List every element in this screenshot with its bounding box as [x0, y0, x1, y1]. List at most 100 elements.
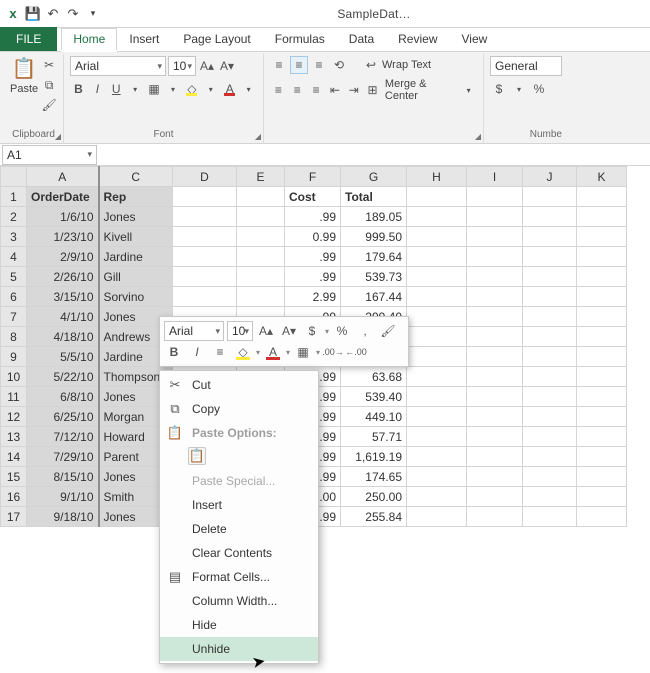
- cell[interactable]: 539.40: [341, 387, 407, 407]
- cell[interactable]: [577, 227, 627, 247]
- cell[interactable]: 5/5/10: [27, 347, 99, 367]
- cell[interactable]: [577, 267, 627, 287]
- cell[interactable]: [577, 307, 627, 327]
- cell[interactable]: [577, 247, 627, 267]
- underline-dd-icon[interactable]: ▾: [127, 80, 144, 98]
- cell[interactable]: 2/9/10: [27, 247, 99, 267]
- font-size-combo[interactable]: 10: [168, 56, 196, 76]
- menu-cut[interactable]: ✂Cut: [160, 373, 318, 397]
- cell[interactable]: [407, 427, 467, 447]
- align-left-icon[interactable]: ≡: [270, 81, 287, 99]
- currency-dd-icon[interactable]: ▾: [510, 80, 528, 98]
- tab-formulas[interactable]: Formulas: [263, 28, 337, 51]
- mini-italic-button[interactable]: I: [187, 342, 207, 362]
- cell[interactable]: [523, 207, 577, 227]
- menu-clear-contents[interactable]: Clear Contents: [160, 541, 318, 565]
- col-header-H[interactable]: H: [407, 167, 467, 187]
- mini-format-painter-icon[interactable]: 🖌: [378, 321, 398, 341]
- name-box[interactable]: A1 ▾: [2, 145, 97, 165]
- undo-icon[interactable]: ↶: [44, 5, 62, 23]
- cell[interactable]: 63.68: [341, 367, 407, 387]
- cell[interactable]: 1/23/10: [27, 227, 99, 247]
- cell[interactable]: 9/18/10: [27, 507, 99, 527]
- menu-column-width[interactable]: Column Width...: [160, 589, 318, 613]
- cell[interactable]: [523, 267, 577, 287]
- cell[interactable]: [467, 227, 523, 247]
- mini-font-size[interactable]: 10: [227, 321, 253, 341]
- cell[interactable]: [523, 287, 577, 307]
- fill-color-icon[interactable]: ◇: [183, 80, 200, 98]
- cell[interactable]: [407, 467, 467, 487]
- row-header[interactable]: 11: [1, 387, 27, 407]
- cell[interactable]: 8/15/10: [27, 467, 99, 487]
- column-context-menu[interactable]: ✂Cut ⧉Copy 📋Paste Options: 📋 Paste Speci…: [159, 370, 319, 664]
- cell[interactable]: Jones: [99, 207, 173, 227]
- cell[interactable]: 4/1/10: [27, 307, 99, 327]
- font-color-dd-icon[interactable]: ▾: [240, 80, 257, 98]
- cell[interactable]: [523, 367, 577, 387]
- cell[interactable]: [467, 287, 523, 307]
- col-header-J[interactable]: J: [523, 167, 577, 187]
- increase-indent-icon[interactable]: ⇥: [345, 81, 362, 99]
- save-icon[interactable]: 💾: [24, 5, 42, 23]
- cut-icon[interactable]: ✂: [40, 56, 58, 74]
- cell[interactable]: 7/12/10: [27, 427, 99, 447]
- cell[interactable]: [173, 227, 237, 247]
- cell[interactable]: 539.73: [341, 267, 407, 287]
- mini-bold-button[interactable]: B: [164, 342, 184, 362]
- cell[interactable]: [407, 387, 467, 407]
- cell[interactable]: [407, 367, 467, 387]
- cell[interactable]: Kivell: [99, 227, 173, 247]
- cell[interactable]: [577, 507, 627, 527]
- cell[interactable]: 1,619.19: [341, 447, 407, 467]
- mini-font-name[interactable]: Arial: [164, 321, 224, 341]
- row-header[interactable]: 6: [1, 287, 27, 307]
- cell[interactable]: [467, 347, 523, 367]
- cell[interactable]: 9/1/10: [27, 487, 99, 507]
- col-header-A[interactable]: A: [27, 167, 99, 187]
- cell[interactable]: [467, 187, 523, 207]
- cell[interactable]: [467, 267, 523, 287]
- italic-button[interactable]: I: [89, 80, 106, 98]
- tab-review[interactable]: Review: [386, 28, 449, 51]
- mini-comma-icon[interactable]: ,: [355, 321, 375, 341]
- cell[interactable]: [523, 427, 577, 447]
- menu-unhide[interactable]: Unhide: [160, 637, 318, 661]
- tab-file[interactable]: FILE: [0, 27, 57, 51]
- cell[interactable]: Gill: [99, 267, 173, 287]
- cell[interactable]: 2/26/10: [27, 267, 99, 287]
- format-painter-icon[interactable]: 🖌: [40, 96, 58, 114]
- mini-decrease-decimal-icon[interactable]: ←.00: [346, 342, 366, 362]
- menu-delete[interactable]: Delete: [160, 517, 318, 541]
- cell[interactable]: [577, 427, 627, 447]
- cell[interactable]: [237, 187, 285, 207]
- table-row[interactable]: 52/26/10Gill .99539.73: [1, 267, 627, 287]
- currency-icon[interactable]: $: [490, 80, 508, 98]
- tab-data[interactable]: Data: [337, 28, 386, 51]
- cell[interactable]: [467, 387, 523, 407]
- row-header[interactable]: 5: [1, 267, 27, 287]
- cell[interactable]: Rep: [99, 187, 173, 207]
- row-header[interactable]: 12: [1, 407, 27, 427]
- row-header[interactable]: 1: [1, 187, 27, 207]
- cell[interactable]: [577, 347, 627, 367]
- align-center-icon[interactable]: ≡: [289, 81, 306, 99]
- orientation-icon[interactable]: ⟲: [330, 56, 348, 74]
- select-all-corner[interactable]: [1, 167, 27, 187]
- copy-icon[interactable]: ⧉: [40, 76, 58, 94]
- qat-dropdown-icon[interactable]: ▾: [84, 5, 102, 23]
- row-header[interactable]: 17: [1, 507, 27, 527]
- cell[interactable]: [577, 407, 627, 427]
- cell[interactable]: [173, 247, 237, 267]
- cell[interactable]: [523, 387, 577, 407]
- cell[interactable]: 5/22/10: [27, 367, 99, 387]
- cell[interactable]: [577, 387, 627, 407]
- cell[interactable]: [523, 327, 577, 347]
- cell[interactable]: 174.65: [341, 467, 407, 487]
- mini-toolbar[interactable]: Arial 10 A▴ A▾ $ ▾ % , 🖌 B I ≡ ◇ ▾ A ▾ ▦…: [159, 316, 409, 367]
- align-top-icon[interactable]: ≡: [270, 56, 288, 74]
- cell[interactable]: 7/29/10: [27, 447, 99, 467]
- cell[interactable]: [467, 447, 523, 467]
- cell[interactable]: [407, 187, 467, 207]
- cell[interactable]: .99: [285, 267, 341, 287]
